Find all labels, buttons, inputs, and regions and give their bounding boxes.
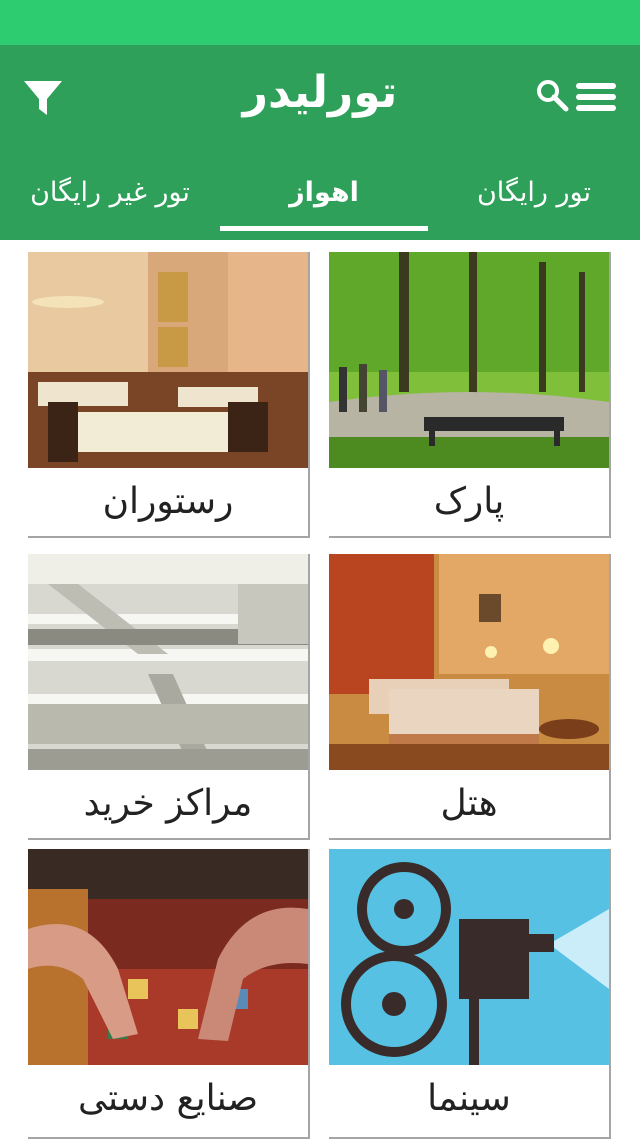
- tab-free-tour[interactable]: تور رایگان: [428, 170, 640, 240]
- category-label: صنایع دستی: [77, 1078, 259, 1119]
- handicrafts-image: [28, 849, 308, 1065]
- shopping-image: [28, 554, 308, 770]
- category-card-park[interactable]: پارک: [329, 252, 611, 538]
- category-grid: پارک رستوران هتل مراکز خرید سینما صنایع …: [0, 240, 640, 1139]
- menu-icon[interactable]: [574, 77, 618, 117]
- tab-indicator: [220, 226, 428, 231]
- category-label: پارک: [433, 481, 505, 522]
- category-label: رستوران: [102, 481, 234, 522]
- search-icon[interactable]: [534, 77, 570, 113]
- category-card-restaurant[interactable]: رستوران: [28, 252, 310, 538]
- restaurant-image: [28, 252, 308, 468]
- category-card-handicrafts[interactable]: صنایع دستی: [28, 849, 310, 1139]
- tab-paid-tour[interactable]: تور غیر رایگان: [0, 170, 220, 240]
- category-label: هتل: [440, 783, 498, 824]
- category-card-cinema[interactable]: سینما: [329, 849, 611, 1139]
- park-image: [329, 252, 609, 468]
- category-label: مراکز خرید: [83, 783, 253, 824]
- cinema-image: [329, 849, 609, 1065]
- status-bar: [0, 0, 640, 45]
- category-card-hotel[interactable]: هتل: [329, 554, 611, 840]
- hotel-image: [329, 554, 609, 770]
- category-card-shopping[interactable]: مراکز خرید: [28, 554, 310, 840]
- filter-icon[interactable]: [20, 75, 66, 121]
- app-bar: تورلیدر تور رایگان اهواز تور غیر رایگان: [0, 45, 640, 240]
- category-label: سینما: [427, 1078, 511, 1119]
